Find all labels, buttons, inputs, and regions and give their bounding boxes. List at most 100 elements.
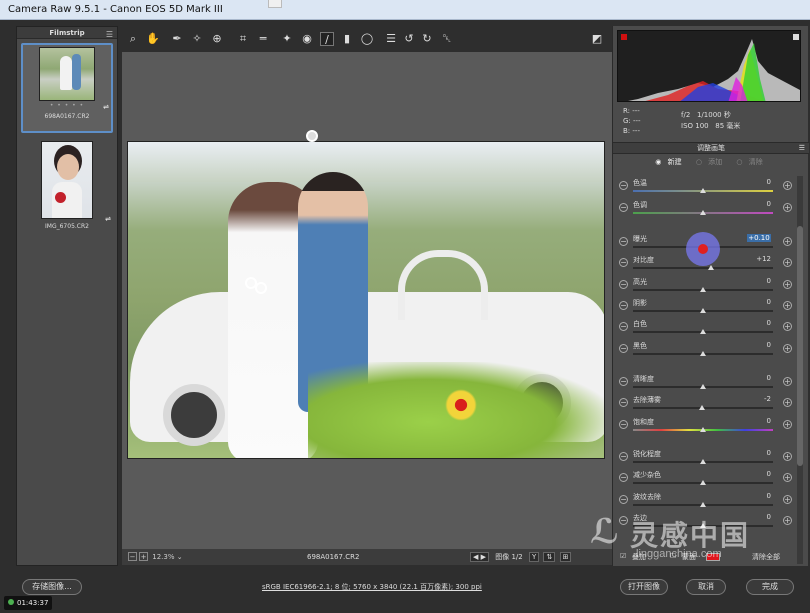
slider-thumb[interactable] [700, 502, 706, 507]
slider-thumb[interactable] [700, 384, 706, 389]
slider-minus-icon[interactable]: − [619, 258, 628, 267]
preferences-icon[interactable]: ☰ [384, 32, 398, 46]
slider-minus-icon[interactable]: − [619, 301, 628, 310]
slider-value[interactable]: -2 [735, 395, 771, 403]
slider-plus-icon[interactable]: + [783, 181, 792, 190]
slider-thumb[interactable] [700, 210, 706, 215]
slider-minus-icon[interactable]: − [619, 473, 628, 482]
slider-row[interactable]: − 黑色 0 + [615, 341, 799, 361]
slider-value[interactable]: 0 [735, 319, 771, 327]
slider-value[interactable]: 0 [735, 449, 771, 457]
slider-row[interactable]: − 减少杂色 0 + [615, 470, 799, 490]
slider-value[interactable]: 0 [735, 341, 771, 349]
preview-photo[interactable] [127, 141, 605, 459]
panel-scrollbar[interactable] [797, 176, 803, 564]
copy-settings-button[interactable]: ⊞ [559, 552, 572, 562]
slider-minus-icon[interactable]: − [619, 181, 628, 190]
slider-plus-icon[interactable]: + [783, 452, 792, 461]
prev-image-button[interactable]: ◀ ▶ [470, 552, 489, 562]
slider-value[interactable]: 0 [735, 277, 771, 285]
slider-row[interactable]: − 去除薄雾 -2 + [615, 395, 799, 415]
red-eye-tool-icon[interactable]: ◉ [300, 32, 314, 46]
slider-row[interactable]: − 锐化程度 0 + [615, 449, 799, 469]
rotate-left-icon[interactable]: ↺ [402, 32, 416, 46]
spot-removal-tool-icon[interactable]: ✦ [280, 32, 294, 46]
slider-minus-icon[interactable]: − [619, 420, 628, 429]
slider-value[interactable]: 0 [735, 374, 771, 382]
slider-value[interactable]: 0 [735, 417, 771, 425]
hand-tool-icon[interactable]: ✋ [146, 32, 160, 46]
zoom-dropdown-icon[interactable]: ⌄ [177, 553, 183, 561]
slider-value[interactable]: 0 [735, 470, 771, 478]
graduated-filter-tool-icon[interactable]: ▮ [340, 32, 354, 46]
slider-plus-icon[interactable]: + [783, 344, 792, 353]
slider-plus-icon[interactable]: + [783, 258, 792, 267]
white-balance-tool-icon[interactable]: ✒ [170, 32, 184, 46]
slider-track[interactable] [633, 267, 773, 269]
panel-menu-icon[interactable]: ☰ [799, 143, 805, 154]
slider-thumb[interactable] [698, 405, 705, 410]
cancel-button[interactable]: 取消 [686, 579, 726, 595]
slider-minus-icon[interactable]: − [619, 203, 628, 212]
slider-thumb[interactable] [700, 459, 706, 464]
slider-row[interactable]: − 高光 0 + [615, 277, 799, 297]
slider-thumb[interactable] [700, 188, 706, 193]
slider-row[interactable]: − 色温 0 + [615, 178, 799, 198]
slider-value[interactable]: 0 [735, 298, 771, 306]
slider-row[interactable]: − 波纹去除 0 + [615, 492, 799, 512]
mode-new[interactable]: ◉ 新建 [655, 158, 685, 166]
zoom-level[interactable]: 12.3% [152, 553, 174, 561]
slider-minus-icon[interactable]: − [619, 322, 628, 331]
scrollbar-thumb[interactable] [797, 226, 803, 466]
straighten-tool-icon[interactable]: ═ [256, 32, 270, 46]
trash-icon[interactable]: ␡ [440, 32, 454, 46]
slider-row[interactable]: − 清晰度 0 + [615, 374, 799, 394]
slider-thumb[interactable] [700, 427, 706, 432]
slider-minus-icon[interactable]: − [619, 452, 628, 461]
before-after-y-button[interactable]: Y [528, 552, 540, 562]
brush-pin[interactable] [306, 130, 318, 142]
slider-plus-icon[interactable]: + [783, 280, 792, 289]
slider-minus-icon[interactable]: − [619, 344, 628, 353]
rotate-right-icon[interactable]: ↻ [420, 32, 434, 46]
slider-minus-icon[interactable]: − [619, 377, 628, 386]
active-brush-pin[interactable] [445, 389, 477, 421]
rating-stars[interactable]: • • • • • [23, 102, 111, 109]
mode-add[interactable]: ○ 添加 [696, 158, 726, 166]
color-sampler-tool-icon[interactable]: ✧ [190, 32, 204, 46]
slider-plus-icon[interactable]: + [783, 377, 792, 386]
slider-thumb[interactable] [700, 351, 706, 356]
slider-minus-icon[interactable]: − [619, 495, 628, 504]
slider-row[interactable]: − 阴影 0 + [615, 298, 799, 318]
slider-thumb[interactable] [700, 287, 706, 292]
slider-thumb[interactable] [700, 308, 706, 313]
slider-plus-icon[interactable]: + [783, 495, 792, 504]
done-button[interactable]: 完成 [746, 579, 794, 595]
slider-plus-icon[interactable]: + [783, 473, 792, 482]
radial-filter-tool-icon[interactable]: ◯ [360, 32, 374, 46]
workflow-options-link[interactable]: sRGB IEC61966-2.1; 8 位; 5760 x 3840 (22.… [262, 582, 482, 592]
slider-plus-icon[interactable]: + [783, 322, 792, 331]
highlight-clip-warning-icon[interactable] [793, 34, 799, 40]
slider-row[interactable]: − 色调 0 + [615, 200, 799, 220]
preview-area[interactable] [122, 52, 612, 549]
slider-plus-icon[interactable]: + [783, 301, 792, 310]
slider-plus-icon[interactable]: + [783, 237, 792, 246]
mode-erase[interactable]: ○ 清除 [736, 158, 766, 166]
slider-value[interactable]: +0.10 [747, 234, 771, 242]
filmstrip-item-1[interactable]: • • • • • ⇌ 698A0167.CR2 [21, 43, 113, 133]
slider-thumb[interactable] [708, 265, 715, 270]
filmstrip-menu-icon[interactable]: ☰ [106, 29, 113, 41]
shadow-clip-warning-icon[interactable] [621, 34, 627, 40]
slider-minus-icon[interactable]: − [619, 398, 628, 407]
targeted-adjustment-tool-icon[interactable]: ⊕ [210, 32, 224, 46]
slider-minus-icon[interactable]: − [619, 237, 628, 246]
slider-plus-icon[interactable]: + [783, 398, 792, 407]
slider-value[interactable]: 0 [735, 492, 771, 500]
zoom-out-button[interactable]: − [128, 552, 137, 561]
zoom-tool-icon[interactable]: ⌕ [126, 32, 140, 46]
slider-thumb[interactable] [700, 480, 706, 485]
slider-plus-icon[interactable]: + [783, 203, 792, 212]
slider-value[interactable]: +12 [735, 255, 771, 263]
slider-value[interactable]: 0 [735, 178, 771, 186]
